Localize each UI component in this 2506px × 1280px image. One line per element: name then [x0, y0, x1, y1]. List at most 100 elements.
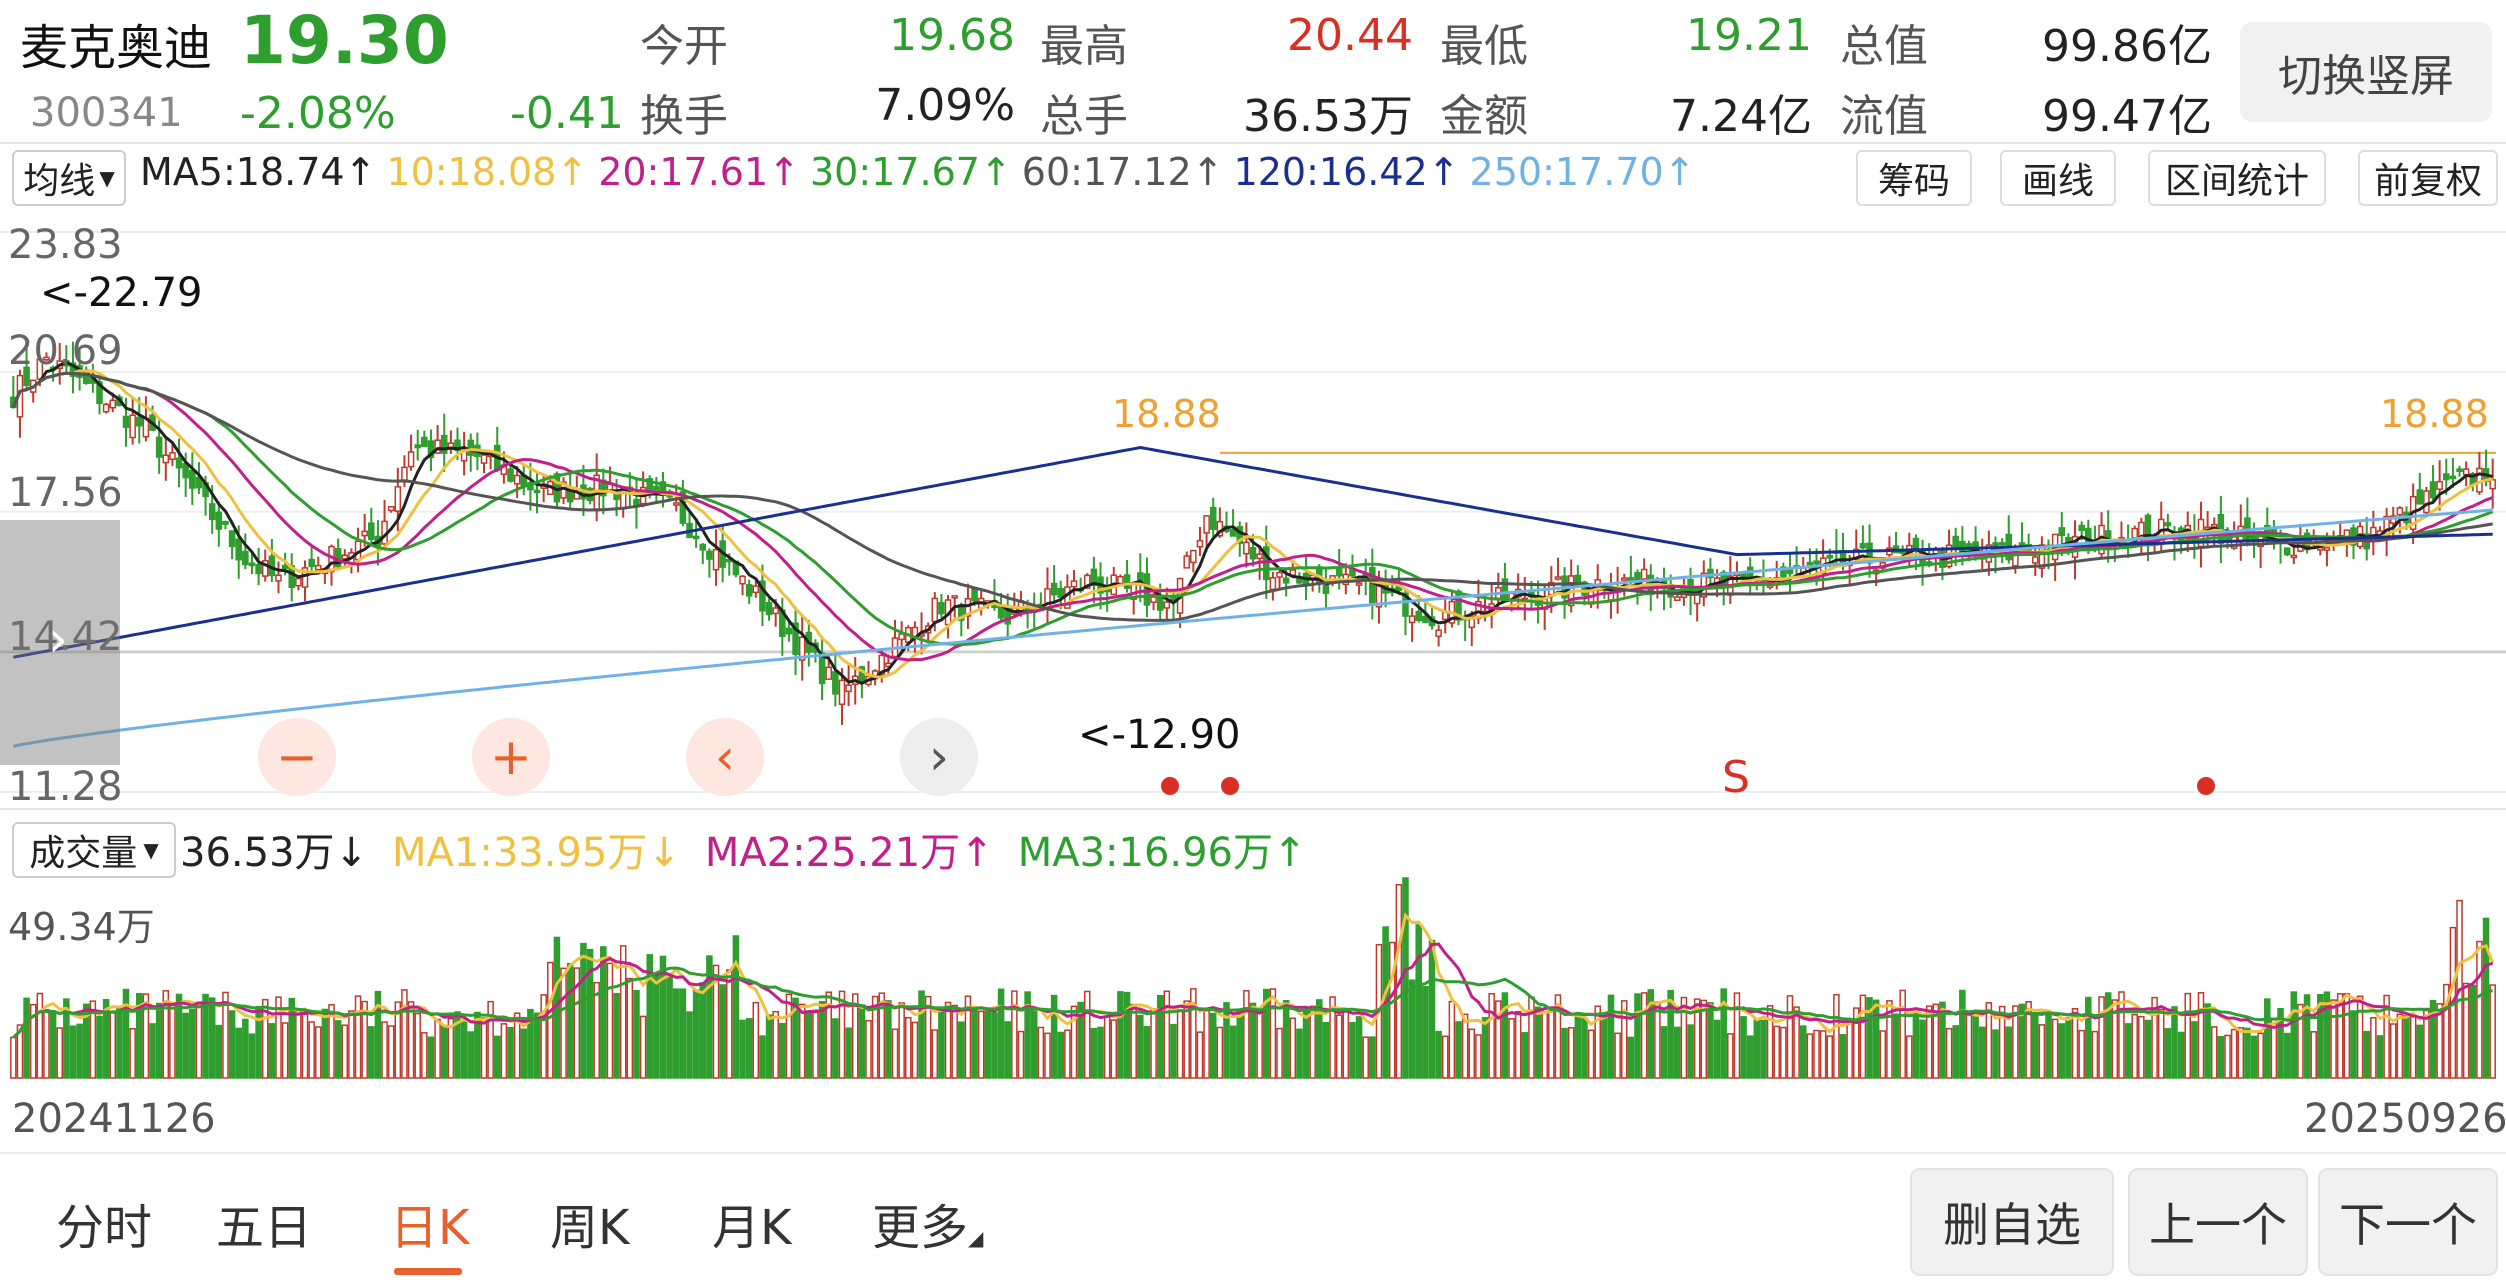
volume-bar — [427, 1036, 435, 1079]
volume-bar — [2091, 1030, 2099, 1079]
candle-body — [706, 550, 713, 560]
volume-bar — [1773, 1025, 1780, 1079]
candle-body — [109, 399, 117, 409]
candle-body — [102, 403, 110, 413]
candle-body — [1070, 580, 1078, 588]
volume-bar — [1826, 1035, 1834, 1079]
adjust-button[interactable]: 前复权 — [2358, 150, 2498, 206]
quote-value: 7.09% — [875, 80, 1015, 131]
ma-value: 250:17.70 — [1469, 150, 1664, 194]
pan-right-button[interactable]: › — [900, 718, 978, 796]
volume-bar — [1176, 1009, 1184, 1079]
trend-arrow-icon: ↑ — [344, 150, 377, 194]
volume-bar — [1448, 1000, 1456, 1079]
candle-body — [1282, 577, 1290, 584]
volume-bar — [1428, 939, 1436, 1079]
volume-bar — [832, 1018, 839, 1079]
candle-body — [699, 543, 707, 551]
range-stats-button[interactable]: 区间统计 — [2148, 150, 2326, 206]
level-label-left: 18.88 — [1112, 392, 1221, 436]
signal-dot — [1221, 777, 1239, 795]
candle-body — [1952, 535, 1959, 549]
candle-body — [2283, 547, 2291, 556]
candle-body — [222, 520, 229, 525]
tab-5[interactable]: 更多 — [872, 1188, 968, 1258]
quote-label: 总手 — [1040, 91, 1128, 142]
candle-body — [208, 503, 216, 521]
volume-bar — [2051, 1018, 2059, 1079]
volume-bar — [2118, 991, 2125, 1079]
candle-body — [2476, 467, 2483, 493]
volume-bar — [116, 1006, 123, 1079]
pan-left-button[interactable]: ‹ — [686, 718, 764, 796]
candle-body — [281, 564, 289, 570]
tab-0[interactable]: 分时 — [56, 1188, 152, 1258]
previous-stock-button[interactable]: 上一个 — [2128, 1168, 2308, 1276]
volume-bar — [958, 1021, 965, 1079]
ma-selector[interactable]: 均线 ▼ — [12, 150, 126, 206]
candle-body — [308, 558, 315, 568]
volume-bar — [1256, 1011, 1263, 1079]
volume-bar — [1196, 1031, 1204, 1079]
volume-bar — [739, 1019, 746, 1079]
volume-bar — [500, 1023, 508, 1079]
remove-favorite-button[interactable]: 删自选 — [1910, 1168, 2114, 1276]
tab-1[interactable]: 五日 — [216, 1188, 312, 1258]
volume-bar — [10, 1036, 17, 1079]
quote-value: 19.68 — [889, 10, 1015, 61]
volume-bar — [56, 1027, 63, 1079]
zoom-in-button[interactable]: + — [472, 718, 550, 796]
tab-2[interactable]: 日K — [390, 1188, 469, 1258]
volume-bar — [1846, 1022, 1853, 1079]
volume-bar — [1057, 1031, 1065, 1079]
candle-body — [467, 439, 475, 456]
volume-bar — [1972, 1015, 1979, 1079]
candle-body — [2058, 527, 2066, 537]
volume-bar — [931, 1029, 939, 1079]
candle-body — [228, 530, 236, 548]
volume-bar — [1103, 1015, 1111, 1079]
volume-bar — [2104, 992, 2112, 1079]
volume-bar — [1163, 990, 1171, 1079]
quote-label: 金额 — [1440, 91, 1528, 142]
ma-value: 60:17.12 — [1021, 150, 1192, 194]
volume-chart[interactable] — [0, 870, 2506, 1082]
volume-bar — [2085, 996, 2092, 1079]
volume-bar — [2283, 1032, 2291, 1079]
volume-bar — [1833, 993, 1840, 1079]
candle-body — [1249, 547, 1257, 560]
volume-bar — [653, 973, 660, 1079]
scroll-handle[interactable]: › — [0, 520, 120, 765]
candle-body — [931, 597, 939, 623]
volume-bar — [944, 1001, 952, 1079]
candle-body — [898, 633, 905, 641]
next-stock-button[interactable]: 下一个 — [2318, 1168, 2498, 1276]
tab-4[interactable]: 月K — [712, 1188, 791, 1258]
volume-bar — [381, 1021, 388, 1079]
candle-body — [2416, 489, 2424, 505]
quote-value: 99.47亿 — [2042, 91, 2212, 142]
volume-bar — [2330, 999, 2337, 1079]
zoom-out-button[interactable]: − — [258, 718, 336, 796]
chips-button[interactable]: 筹码 — [1856, 150, 1972, 206]
draw-line-button[interactable]: 画线 — [2000, 150, 2116, 206]
candle-body — [1998, 542, 2006, 546]
volume-bar — [414, 1012, 421, 1079]
volume-bar — [891, 1028, 899, 1079]
candlestick-chart[interactable] — [0, 210, 2506, 810]
volume-bar — [1581, 1017, 1588, 1079]
volume-bar — [719, 984, 726, 1079]
ma-value: 30:17.67 — [809, 150, 980, 194]
volume-bar — [2217, 1035, 2225, 1079]
quote-label: 换手 — [640, 91, 728, 142]
volume-bar — [2197, 992, 2205, 1079]
switch-portrait-button[interactable]: 切换竖屏 — [2240, 22, 2492, 122]
candle-body — [2489, 479, 2496, 490]
candle-body — [1813, 560, 1820, 565]
volume-bar — [818, 1000, 826, 1079]
tab-3[interactable]: 周K — [550, 1188, 629, 1258]
volume-bar — [1654, 1001, 1661, 1079]
volume-bar — [1110, 1019, 1118, 1079]
signal-dot — [1161, 777, 1179, 795]
volume-bar — [600, 946, 607, 1079]
